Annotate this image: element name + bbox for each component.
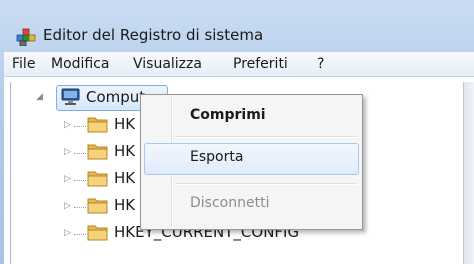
collapse-arrow-icon[interactable]: ◢ xyxy=(36,92,46,102)
context-menu-label: Comprimi xyxy=(190,107,266,123)
expand-arrow-icon[interactable]: ▷ xyxy=(64,120,74,130)
menu-bar: File Modifica Visualizza Preferiti ? xyxy=(4,52,474,77)
values-pane[interactable] xyxy=(463,82,474,264)
tree-connector xyxy=(74,234,86,236)
tree-connector xyxy=(74,153,86,155)
expand-arrow-icon[interactable]: ▷ xyxy=(64,201,74,211)
menu-file[interactable]: File xyxy=(12,56,35,72)
folder-icon xyxy=(87,223,109,241)
expand-arrow-icon[interactable]: ▷ xyxy=(64,147,74,157)
context-menu-disconnetti: Disconnetti xyxy=(144,189,357,219)
tree-label-hkey[interactable]: HK xyxy=(114,196,135,214)
context-menu-separator xyxy=(175,183,357,185)
menu-preferiti[interactable]: Preferiti xyxy=(233,56,288,72)
folder-icon xyxy=(87,196,109,214)
menu-help[interactable]: ? xyxy=(317,56,324,72)
title-bar[interactable]: Editor del Registro di sistema xyxy=(0,0,474,52)
folder-icon xyxy=(87,115,109,133)
registry-editor-icon xyxy=(16,28,36,47)
expand-arrow-icon[interactable]: ▷ xyxy=(64,228,74,238)
expand-arrow-icon[interactable]: ▷ xyxy=(64,174,74,184)
tree-connector xyxy=(74,180,86,182)
tree-label-hkey[interactable]: HK xyxy=(114,169,135,187)
context-menu: Comprimi Esporta Disconnetti xyxy=(140,94,363,230)
context-menu-esporta[interactable]: Esporta xyxy=(144,143,359,175)
window-title: Editor del Registro di sistema xyxy=(43,26,264,44)
context-menu-label: Esporta xyxy=(190,149,244,165)
folder-icon xyxy=(87,169,109,187)
context-menu-comprimi[interactable]: Comprimi xyxy=(144,101,357,131)
menu-modifica[interactable]: Modifica xyxy=(51,56,110,72)
context-menu-separator xyxy=(175,136,357,138)
tree-label-computer: Comput xyxy=(86,88,146,106)
tree-label-hkey[interactable]: HK xyxy=(114,142,135,160)
menu-visualizza[interactable]: Visualizza xyxy=(133,56,202,72)
folder-icon xyxy=(87,142,109,160)
tree-label-hkey[interactable]: HK xyxy=(114,115,135,133)
tree-connector xyxy=(74,126,86,128)
context-menu-label: Disconnetti xyxy=(190,195,270,211)
computer-icon xyxy=(60,88,82,106)
tree-connector xyxy=(74,207,86,209)
